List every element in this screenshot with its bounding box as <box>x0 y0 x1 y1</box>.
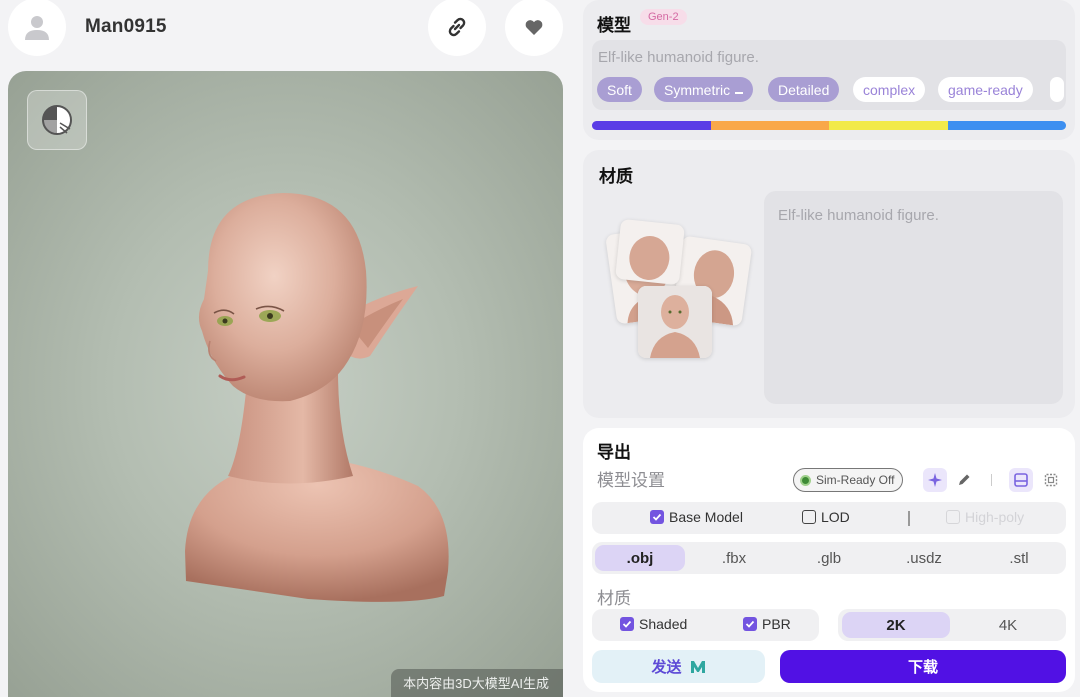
tag-chip[interactable]: complex <box>853 77 926 102</box>
top-bar: Man0915 <box>0 0 575 60</box>
wireframe-icon <box>1044 473 1058 487</box>
sparkle-icon <box>928 473 942 487</box>
status-dot <box>800 474 811 486</box>
edit-button[interactable] <box>952 468 976 492</box>
maya-icon <box>690 660 705 673</box>
model-card-title: 模型 <box>597 16 631 35</box>
heart-icon <box>525 20 543 35</box>
base-model-checkbox[interactable]: Base Model <box>650 509 743 525</box>
user-icon <box>25 16 49 40</box>
pencil-icon <box>959 474 970 485</box>
prompt-box[interactable]: Elf-like humanoid figure. Soft Symmetric… <box>592 40 1066 110</box>
format-stl-option[interactable]: .stl <box>974 545 1064 571</box>
generation-badge: Gen-2 <box>640 9 687 25</box>
material-description: Elf-like humanoid figure. <box>764 191 1063 404</box>
tag-chip-overflow[interactable] <box>1050 77 1064 102</box>
resolution-2k-option[interactable]: 2K <box>842 612 950 638</box>
material-options-row: Shaded PBR <box>592 609 819 641</box>
avatar[interactable] <box>8 0 66 56</box>
format-glb-option[interactable]: .glb <box>784 545 874 571</box>
username: Man0915 <box>85 16 167 37</box>
shaded-checkbox[interactable]: Shaded <box>620 616 687 632</box>
model-options-row: Base Model LOD High-poly <box>592 502 1066 534</box>
sim-ready-toggle[interactable]: Sim-Ready Off <box>793 468 904 492</box>
shading-toggle-icon <box>42 105 72 135</box>
resolution-4k-option[interactable]: 4K <box>954 612 1062 638</box>
tag-chip[interactable]: game-ready <box>938 77 1033 102</box>
share-link-button[interactable] <box>428 0 486 56</box>
checkbox-checked-icon <box>620 617 634 631</box>
like-button[interactable] <box>505 0 563 56</box>
material-card-title: 材质 <box>599 167 633 186</box>
material-thumbnail[interactable] <box>615 218 685 286</box>
download-button[interactable]: 下载 <box>780 650 1066 683</box>
wireframe-view-button[interactable] <box>1039 468 1063 492</box>
minus-icon <box>735 91 744 94</box>
lod-checkbox[interactable]: LOD <box>802 509 850 525</box>
tag-chip[interactable]: Detailed <box>768 77 840 102</box>
checkbox-unchecked-icon <box>802 510 816 524</box>
checkbox-disabled-icon <box>946 510 960 524</box>
model-card: 模型 Gen-2 Elf-like humanoid figure. Soft … <box>583 0 1075 140</box>
texture-icon <box>1014 473 1028 487</box>
export-card: 导出 模型设置 Sim-Ready Off Base Model LOD Hig… <box>583 428 1075 692</box>
ai-generated-watermark: 本内容由3D大模型AI生成 <box>391 669 563 697</box>
format-selector: .obj .fbx .glb .usdz .stl <box>592 542 1066 574</box>
option-divider <box>908 511 910 526</box>
high-poly-checkbox: High-poly <box>946 509 1024 525</box>
material-label: 材质 <box>597 589 631 608</box>
toolbar-divider <box>991 474 992 486</box>
resolution-selector: 2K 4K <box>838 609 1066 641</box>
material-card: 材质 Elf-like humanoid figure. <box>583 150 1075 418</box>
color-palette-bar <box>592 121 1066 130</box>
model-render <box>185 193 449 602</box>
send-button[interactable]: 发送 <box>592 650 765 683</box>
link-icon <box>448 17 466 37</box>
ai-enhance-button[interactable] <box>923 468 947 492</box>
format-usdz-option[interactable]: .usdz <box>879 545 969 571</box>
model-settings-label: 模型设置 <box>597 471 665 490</box>
tag-chip[interactable]: Soft <box>597 77 642 102</box>
format-fbx-option[interactable]: .fbx <box>689 545 779 571</box>
material-thumbnail[interactable] <box>638 286 712 358</box>
format-obj-option[interactable]: .obj <box>595 545 685 571</box>
checkbox-checked-icon <box>743 617 757 631</box>
texture-view-button[interactable] <box>1009 468 1033 492</box>
pbr-checkbox[interactable]: PBR <box>743 616 791 632</box>
tag-chip[interactable]: Symmetric <box>654 77 754 102</box>
export-card-title: 导出 <box>597 443 631 462</box>
checkbox-checked-icon <box>650 510 664 524</box>
prompt-text: Elf-like humanoid figure. <box>598 49 759 66</box>
shading-toggle-button[interactable] <box>27 90 87 150</box>
model-viewer[interactable]: 本内容由3D大模型AI生成 <box>8 71 563 697</box>
